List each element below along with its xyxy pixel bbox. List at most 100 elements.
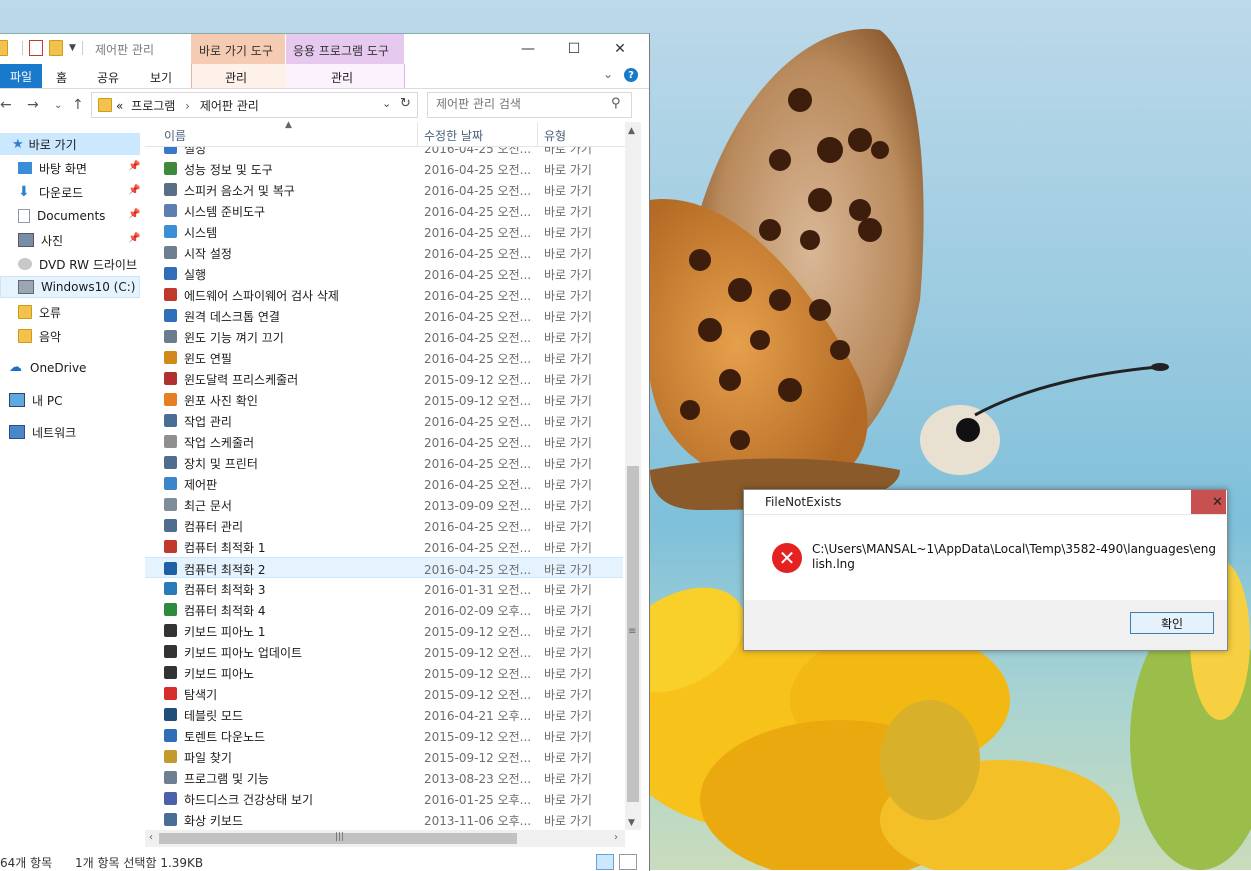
file-type: 바로 가기: [544, 226, 592, 240]
vertical-scrollbar[interactable]: ▲ ≡ ▼: [625, 122, 641, 830]
back-arrow-icon[interactable]: ←: [0, 97, 12, 113]
new-folder-icon[interactable]: [49, 40, 63, 56]
address-dropdown-icon[interactable]: ⌄: [382, 97, 391, 110]
file-row[interactable]: 컴퓨터 관리 2016-04-25 오전... 바로 가기: [145, 515, 623, 536]
nav-onedrive[interactable]: ☁ OneDrive: [0, 357, 86, 379]
file-date: 2016-04-25 오전...: [424, 520, 532, 534]
tab-view[interactable]: 보기: [150, 69, 172, 86]
nav-quick-access[interactable]: ★ 바로 가기: [0, 133, 140, 155]
pin-icon[interactable]: 📌: [128, 209, 140, 220]
refresh-icon[interactable]: ↻: [400, 96, 411, 111]
file-row[interactable]: 키보드 피아노 2015-09-12 오전... 바로 가기: [145, 662, 623, 683]
file-row[interactable]: 화상 키보드 2013-11-06 오후... 바로 가기: [145, 809, 623, 830]
address-bar[interactable]: « 프로그램 › 제어판 관리 ⌄ ↻: [91, 92, 418, 118]
ok-button[interactable]: 확인: [1130, 612, 1214, 634]
shortcut-icon: [164, 498, 177, 511]
column-header-date[interactable]: 수정한 날짜: [424, 127, 483, 144]
file-row[interactable]: 시스템 2016-04-25 오전... 바로 가기: [145, 221, 623, 242]
horizontal-scrollbar[interactable]: ‹ ||| ›: [145, 830, 625, 847]
large-icons-view-icon[interactable]: [619, 854, 637, 870]
search-icon[interactable]: ⚲: [611, 96, 621, 111]
file-row[interactable]: 작업 스케줄러 2016-04-25 오전... 바로 가기: [145, 431, 623, 452]
breadcrumb-overflow[interactable]: «: [116, 99, 123, 113]
maximize-button[interactable]: ☐: [551, 34, 597, 64]
ribbon-expand-chevron-icon[interactable]: ⌄: [603, 67, 613, 81]
pin-icon[interactable]: 📌: [128, 185, 140, 196]
nav-network[interactable]: 네트워크: [0, 421, 76, 443]
nav-this-pc[interactable]: 내 PC: [0, 389, 62, 411]
file-row[interactable]: 테블릿 모드 2016-04-21 오후... 바로 가기: [145, 704, 623, 725]
file-explorer-window: ▼ 제어판 관리 바로 가기 도구 응용 프로그램 도구 — ☐ ✕ 파일 홈 …: [0, 33, 650, 871]
nav-item-label: 오류: [39, 305, 62, 320]
file-row[interactable]: 성능 정보 및 도구 2016-04-25 오전... 바로 가기: [145, 158, 623, 179]
file-row[interactable]: 토렌트 다운노드 2015-09-12 오전... 바로 가기: [145, 725, 623, 746]
nav-item-pictures[interactable]: 사진: [0, 229, 63, 251]
recent-locations-chevron-icon[interactable]: ⌄: [54, 100, 62, 111]
nav-item-music[interactable]: 음악: [0, 325, 61, 347]
file-row[interactable]: 시스템 준비도구 2016-04-25 오전... 바로 가기: [145, 200, 623, 221]
scroll-right-icon[interactable]: ›: [614, 832, 618, 843]
file-date: 2016-04-25 오전...: [424, 147, 532, 156]
search-input[interactable]: [434, 96, 598, 112]
minimize-button[interactable]: —: [505, 34, 551, 64]
nav-item-downloads[interactable]: ⬇ 다운로드: [0, 181, 83, 203]
tab-home[interactable]: 홈: [56, 69, 67, 86]
shortcut-icon: [164, 267, 177, 280]
file-row[interactable]: 작업 관리 2016-04-25 오전... 바로 가기: [145, 410, 623, 431]
file-row[interactable]: 컴퓨터 최적화 4 2016-02-09 오후... 바로 가기: [145, 599, 623, 620]
column-divider[interactable]: [417, 122, 418, 146]
column-header-name[interactable]: 이름: [164, 127, 186, 144]
file-type: 바로 가기: [544, 604, 592, 618]
qat-dropdown-icon[interactable]: ▼: [69, 43, 76, 53]
file-row[interactable]: 최근 문서 2013-09-09 오전... 바로 가기: [145, 494, 623, 515]
tab-file[interactable]: 파일: [0, 64, 42, 88]
nav-item-windows-drive[interactable]: Windows10 (C:): [0, 276, 140, 298]
file-row[interactable]: 원격 데스크톱 연결 2016-04-25 오전... 바로 가기: [145, 305, 623, 326]
search-box[interactable]: ⚲: [427, 92, 632, 118]
up-arrow-icon[interactable]: ↑: [72, 97, 84, 113]
file-row[interactable]: 스피커 음소거 및 복구 2016-04-25 오전... 바로 가기: [145, 179, 623, 200]
scroll-up-icon[interactable]: ▲: [628, 126, 635, 136]
file-row[interactable]: 키보드 피아노 1 2015-09-12 오전... 바로 가기: [145, 620, 623, 641]
properties-icon[interactable]: [29, 40, 43, 56]
nav-item-dvd-drive[interactable]: DVD RW 드라이브: [0, 253, 137, 275]
column-divider[interactable]: [537, 122, 538, 146]
nav-item-desktop[interactable]: 바탕 화면: [0, 157, 87, 179]
help-icon[interactable]: ?: [624, 68, 638, 82]
tab-share[interactable]: 공유: [97, 69, 119, 86]
file-row[interactable]: 프로그램 및 기능 2013-08-23 오전... 바로 가기: [145, 767, 623, 788]
file-row[interactable]: 컴퓨터 최적화 2 2016-04-25 오전... 바로 가기: [145, 557, 623, 578]
tab-manage-app[interactable]: 관리: [286, 64, 405, 88]
breadcrumb-item-programs[interactable]: 프로그램: [131, 99, 175, 113]
column-header-type[interactable]: 유형: [544, 127, 566, 144]
file-row[interactable]: 파일 찾기 2015-09-12 오전... 바로 가기: [145, 746, 623, 767]
file-row[interactable]: 윈포 사진 확인 2015-09-12 오전... 바로 가기: [145, 389, 623, 410]
pin-icon[interactable]: 📌: [128, 161, 140, 172]
file-row[interactable]: 컴퓨터 최적화 3 2016-01-31 오전... 바로 가기: [145, 578, 623, 599]
breadcrumb-item-admin-tools[interactable]: 제어판 관리: [200, 99, 259, 113]
dialog-close-button[interactable]: ✕: [1191, 490, 1226, 514]
details-view-icon[interactable]: [596, 854, 614, 870]
file-row[interactable]: 설정 2016-04-25 오전... 바로 가기: [145, 147, 623, 158]
file-row[interactable]: 윈도달력 프리스케줄러 2015-09-12 오전... 바로 가기: [145, 368, 623, 389]
file-row[interactable]: 컴퓨터 최적화 1 2016-04-25 오전... 바로 가기: [145, 536, 623, 557]
file-row[interactable]: 실행 2016-04-25 오전... 바로 가기: [145, 263, 623, 284]
file-row[interactable]: 탐색기 2015-09-12 오전... 바로 가기: [145, 683, 623, 704]
file-row[interactable]: 윈도 연필 2016-04-25 오전... 바로 가기: [145, 347, 623, 368]
file-row[interactable]: 키보드 피아노 업데이트 2015-09-12 오전... 바로 가기: [145, 641, 623, 662]
pin-icon[interactable]: 📌: [128, 233, 140, 244]
file-row[interactable]: 하드디스크 건강상태 보기 2016-01-25 오후... 바로 가기: [145, 788, 623, 809]
file-row[interactable]: 장치 및 프린터 2016-04-25 오전... 바로 가기: [145, 452, 623, 473]
scroll-left-icon[interactable]: ‹: [149, 832, 153, 843]
nav-item-documents[interactable]: Documents: [0, 205, 105, 227]
file-row[interactable]: 제어판 2016-04-25 오전... 바로 가기: [145, 473, 623, 494]
forward-arrow-icon[interactable]: →: [27, 97, 39, 113]
scroll-down-icon[interactable]: ▼: [628, 818, 635, 828]
close-button[interactable]: ✕: [597, 34, 643, 64]
tab-manage-shortcut[interactable]: 관리: [191, 64, 287, 88]
file-row[interactable]: 윈도 기능 껴기 끄기 2016-04-25 오전... 바로 가기: [145, 326, 623, 347]
nav-item-label: 사진: [41, 233, 64, 248]
file-row[interactable]: 에드웨어 스파이웨어 검사 삭제 2016-04-25 오전... 바로 가기: [145, 284, 623, 305]
nav-item-error[interactable]: 오류: [0, 301, 61, 323]
file-row[interactable]: 시작 설정 2016-04-25 오전... 바로 가기: [145, 242, 623, 263]
